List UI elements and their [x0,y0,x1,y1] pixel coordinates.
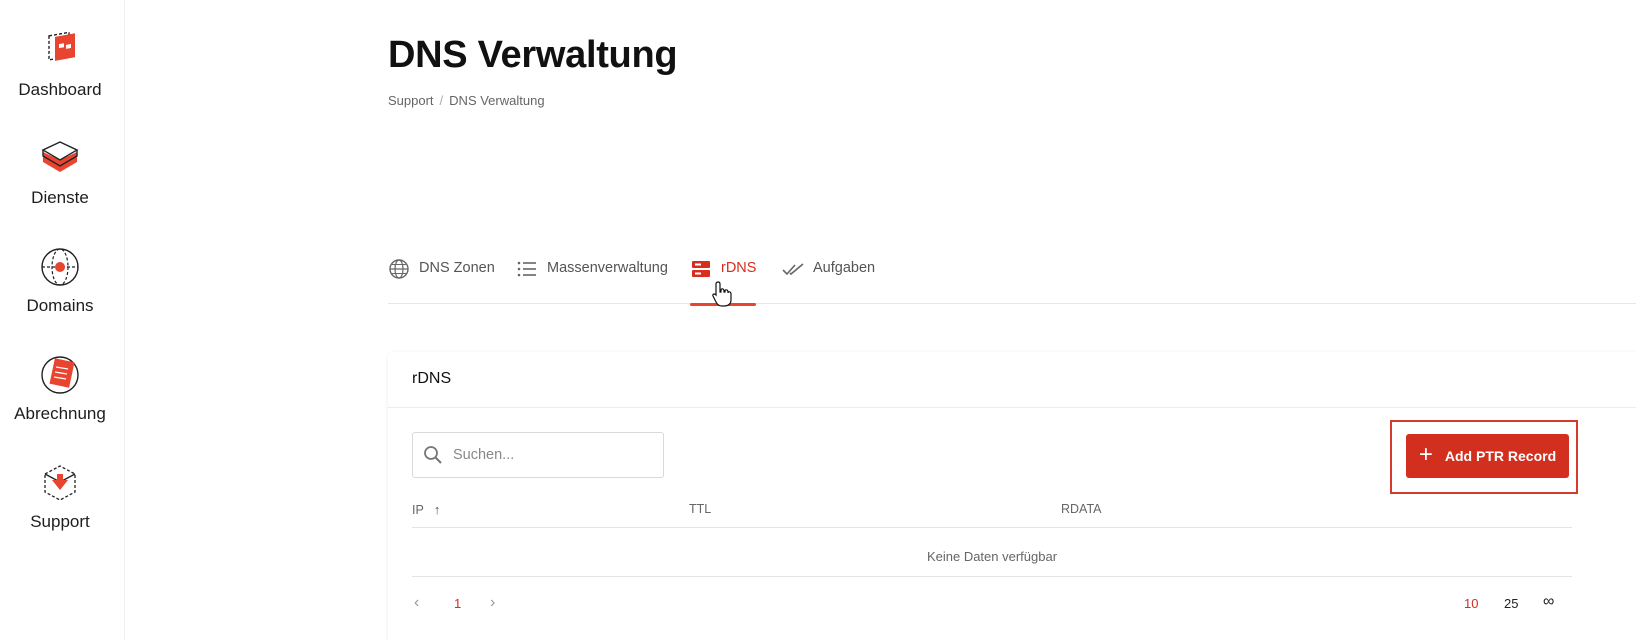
billing-icon [41,356,79,394]
tab-label: Massenverwaltung [547,260,668,276]
column-header-ip[interactable]: IP ↑ [412,502,440,517]
sidebar-item-domains[interactable]: Domains [0,244,120,316]
tab-label: DNS Zonen [419,260,495,276]
sidebar-item-label: Support [30,512,90,531]
page-size-10[interactable]: 10 [1464,596,1478,611]
globe-icon [41,248,79,286]
page-title: DNS Verwaltung [388,34,678,76]
sidebar-item-dienste[interactable]: Dienste [0,136,120,208]
hand-cursor-icon [712,281,732,307]
dashboard-icon [48,31,75,61]
add-button-label: Add PTR Record [1444,448,1557,464]
sidebar-item-label: Domains [26,296,94,315]
list-icon [517,261,536,277]
sort-ascending-icon[interactable]: ↑ [434,502,441,517]
footer-divider [412,576,1572,577]
sidebar-item-label: Abrechnung [14,404,106,423]
double-check-icon [782,263,804,276]
support-icon [44,465,76,501]
page-size-all[interactable]: ∞ [1543,593,1554,611]
page-size-25[interactable]: 25 [1504,596,1518,611]
card-divider [388,407,1636,408]
sidebar-item-label: Dashboard [18,80,102,99]
search-input[interactable] [453,447,653,463]
add-ptr-record-button[interactable]: + Add PTR Record [1406,434,1569,478]
tab-aufgaben[interactable]: Aufgaben [782,252,875,304]
empty-state-text: Keine Daten verfügbar [926,549,1058,564]
plus-icon: + [1418,441,1433,468]
breadcrumb-separator: / [439,93,444,108]
search-box [412,432,664,478]
sidebar-item-abrechnung[interactable]: Abrechnung [0,352,120,424]
tab-bar: DNS Zonen Massenverwaltung rDNS Aufgaben [388,252,1636,306]
rdns-card: rDNS + Add PTR Record IP ↑ TTL RDATA Kein… [388,352,1636,640]
breadcrumb: Support / DNS Verwaltung [388,93,545,108]
column-header-rdata[interactable]: RDATA [1061,502,1102,516]
pagination-next-button[interactable]: › [490,594,495,612]
globe-icon [389,259,409,279]
sidebar-item-dashboard[interactable]: Dashboard [0,28,120,100]
search-icon [424,446,442,464]
tab-label: rDNS [721,260,757,276]
sidebar-item-label: Dienste [31,188,89,207]
sidebar: Dashboard Dienste Domains Abrechnung Sup… [0,0,125,640]
server-icon [692,261,710,277]
tab-massenverwaltung[interactable]: Massenverwaltung [516,252,668,304]
services-icon [41,141,79,172]
breadcrumb-item-current: DNS Verwaltung [449,93,545,108]
tab-label: Aufgaben [813,260,876,276]
sidebar-item-support[interactable]: Support [0,460,120,532]
pagination-prev-button[interactable]: ‹ [414,594,419,612]
column-header-ttl[interactable]: TTL [689,502,711,516]
main-content: DNS Verwaltung Support / DNS Verwaltung DN… [125,0,1636,640]
header-divider [412,527,1572,528]
breadcrumb-item-support[interactable]: Support [388,93,434,108]
column-header-label: IP [412,503,424,517]
card-title: rDNS [412,370,452,387]
tab-dns-zonen[interactable]: DNS Zonen [388,252,495,304]
pagination-page-1[interactable]: 1 [454,596,461,611]
